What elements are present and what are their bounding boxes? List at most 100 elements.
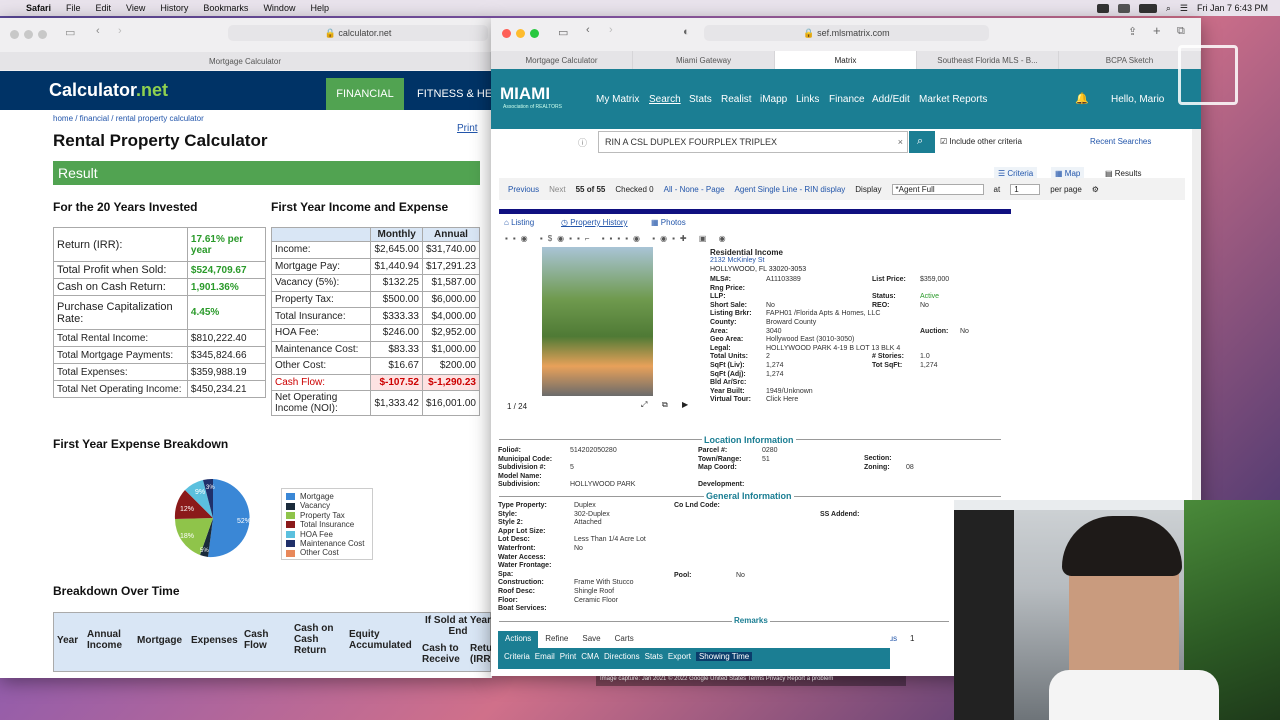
listing-photo[interactable] bbox=[542, 247, 653, 396]
action-showing-time-button[interactable]: Showing Time bbox=[695, 652, 753, 661]
menu-window[interactable]: Window bbox=[263, 3, 295, 13]
search-button[interactable]: ⌕ bbox=[909, 131, 935, 153]
tab-overview-icon[interactable]: ⧉ bbox=[1177, 25, 1185, 38]
menu-view[interactable]: View bbox=[126, 3, 145, 13]
action-email-button[interactable]: Email bbox=[535, 652, 555, 661]
url-bar[interactable]: 🔒 calculator.net bbox=[228, 25, 488, 41]
tool-icons-row[interactable]: ▪▪◉ ▪$◉▪▪⌐ ▪▪▪▪◉ ▪◉▪✚ ▣ ◉ bbox=[505, 234, 985, 244]
back-icon[interactable]: ‹ bbox=[586, 24, 590, 36]
menu-bookmarks[interactable]: Bookmarks bbox=[203, 3, 248, 13]
listing-address[interactable]: 2132 McKinley St bbox=[710, 257, 764, 264]
new-tab-icon[interactable]: + bbox=[1153, 23, 1161, 38]
search-input[interactable]: RIN A CSL DUPLEX FOURPLEX TRIPLEX × bbox=[598, 131, 908, 153]
expand-photo-icon[interactable]: ⤢ bbox=[641, 400, 647, 410]
bell-icon[interactable]: 🔔 bbox=[1075, 92, 1089, 105]
legend-item: Maintenance Cost bbox=[286, 539, 368, 548]
action-tab-actions[interactable]: Actions bbox=[498, 631, 539, 648]
field-value[interactable]: FAPH01 /Florida Apts & Homes, LLC bbox=[766, 310, 880, 317]
help-icon[interactable]: ⓘ bbox=[578, 136, 587, 149]
recent-searches[interactable]: Recent Searches bbox=[1090, 137, 1151, 146]
share-icon[interactable]: ⇪ bbox=[1128, 25, 1137, 38]
field-value[interactable]: Click Here bbox=[766, 396, 798, 403]
action-stats-button[interactable]: Stats bbox=[645, 652, 663, 661]
minimize-button[interactable] bbox=[516, 29, 525, 38]
nav-market-reports[interactable]: Market Reports bbox=[919, 94, 987, 105]
menu-history[interactable]: History bbox=[160, 3, 188, 13]
menu-edit[interactable]: Edit bbox=[96, 3, 112, 13]
legend-label: Mortgage bbox=[300, 492, 334, 501]
menu-help[interactable]: Help bbox=[310, 3, 329, 13]
tab-mortgage-calculator[interactable]: Mortgage Calculator bbox=[0, 52, 491, 70]
listing-tab[interactable]: ⌂ Listing bbox=[504, 218, 534, 227]
site-logo[interactable]: Calculator.net bbox=[49, 80, 168, 101]
url-bar[interactable]: 🔒 sef.mlsmatrix.com bbox=[704, 25, 989, 41]
menu-app[interactable]: Safari bbox=[26, 3, 51, 13]
close-button[interactable] bbox=[10, 30, 19, 39]
nav-financial[interactable]: FINANCIAL bbox=[326, 78, 404, 110]
action-criteria-button[interactable]: Criteria bbox=[504, 652, 530, 661]
sidebar-icon[interactable]: ▭ bbox=[558, 26, 568, 39]
nav-my-matrix[interactable]: My Matrix bbox=[596, 94, 639, 105]
include-other-criteria[interactable]: ☑ Include other criteria bbox=[940, 137, 1022, 146]
action-print-button[interactable]: Print bbox=[560, 652, 576, 661]
forward-icon[interactable]: › bbox=[118, 25, 122, 37]
nav-fitness[interactable]: FITNESS & HE bbox=[417, 78, 492, 110]
search-icon[interactable]: ⌕ bbox=[1166, 3, 1171, 14]
tab-matrix[interactable]: Matrix bbox=[775, 51, 917, 69]
next-photo-icon[interactable]: ▶ bbox=[682, 400, 688, 409]
battery-icon[interactable] bbox=[1138, 3, 1157, 13]
tab-sef-mls[interactable]: Southeast Florida MLS - B... bbox=[917, 51, 1059, 69]
next-link[interactable]: Next bbox=[549, 185, 565, 194]
photos-tab[interactable]: ▦ Photos bbox=[651, 218, 686, 227]
settings-icon[interactable]: ⚙ bbox=[1092, 185, 1099, 194]
user-menu[interactable]: Hello, Mario bbox=[1111, 94, 1164, 105]
slideshow-icon[interactable]: ⧉ bbox=[662, 400, 668, 410]
action-directions-button[interactable]: Directions bbox=[604, 652, 640, 661]
action-tab-refine[interactable]: Refine bbox=[538, 631, 576, 648]
nav-links[interactable]: Links bbox=[796, 94, 819, 105]
property-history-tab[interactable]: ◷ Property History bbox=[561, 218, 628, 227]
previous-link[interactable]: Previous bbox=[508, 185, 539, 194]
footer-page[interactable]: 1 bbox=[910, 634, 914, 643]
nav-imapp[interactable]: iMapp bbox=[760, 94, 787, 105]
field-label: Map Coord: bbox=[698, 464, 737, 472]
screen-record-icon[interactable] bbox=[1096, 3, 1109, 13]
action-cma-button[interactable]: CMA bbox=[581, 652, 599, 661]
minimize-button[interactable] bbox=[24, 30, 33, 39]
privacy-icon[interactable]: ◐ bbox=[683, 26, 690, 38]
tab-miami-gateway[interactable]: Miami Gateway bbox=[633, 51, 775, 69]
first-year-cell: $1,000.00 bbox=[421, 340, 481, 359]
nav-add-edit[interactable]: Add/Edit bbox=[872, 94, 910, 105]
zoom-button[interactable] bbox=[38, 30, 47, 39]
close-button[interactable] bbox=[502, 29, 511, 38]
tab-mortgage[interactable]: Mortgage Calculator bbox=[491, 51, 633, 69]
zoom-button[interactable] bbox=[530, 29, 539, 38]
first-year-row: Cash Flow: $-107.52 $-1,290.23 bbox=[270, 373, 481, 392]
miami-logo[interactable]: MIAMI bbox=[500, 84, 550, 104]
action-export-button[interactable]: Export bbox=[668, 652, 691, 661]
per-page-select[interactable]: 1 bbox=[1010, 183, 1041, 195]
control-center-icon[interactable]: ☰ bbox=[1180, 3, 1188, 14]
nav-realist[interactable]: Realist bbox=[721, 94, 752, 105]
action-tab-save[interactable]: Save bbox=[575, 631, 608, 648]
breadcrumb[interactable]: home / financial / rental property calcu… bbox=[53, 114, 204, 123]
forward-icon[interactable]: › bbox=[609, 24, 613, 36]
wifi-icon[interactable] bbox=[1117, 3, 1130, 13]
display-links[interactable]: Agent Single Line - RIN display bbox=[735, 185, 846, 194]
field-value: Shingle Roof bbox=[574, 588, 615, 595]
print-link[interactable]: Print bbox=[457, 123, 478, 134]
nav-finance[interactable]: Finance bbox=[829, 94, 865, 105]
action-tab-carts[interactable]: Carts bbox=[607, 631, 641, 648]
clear-icon[interactable]: × bbox=[898, 137, 903, 147]
clock[interactable]: Fri Jan 7 6:43 PM bbox=[1197, 3, 1268, 13]
sidebar-icon[interactable]: ▭ bbox=[65, 26, 75, 39]
back-icon[interactable]: ‹ bbox=[96, 25, 100, 37]
first-year-cell: Property Tax: bbox=[270, 290, 372, 309]
menu-file[interactable]: File bbox=[66, 3, 81, 13]
select-links[interactable]: All - None - Page bbox=[664, 185, 725, 194]
nav-search[interactable]: Search bbox=[649, 94, 681, 105]
display-select[interactable]: *Agent Full bbox=[891, 183, 984, 195]
nav-stats[interactable]: Stats bbox=[689, 94, 712, 105]
display-label: Display bbox=[855, 184, 882, 194]
field-value[interactable]: 514202050280 bbox=[570, 447, 617, 454]
